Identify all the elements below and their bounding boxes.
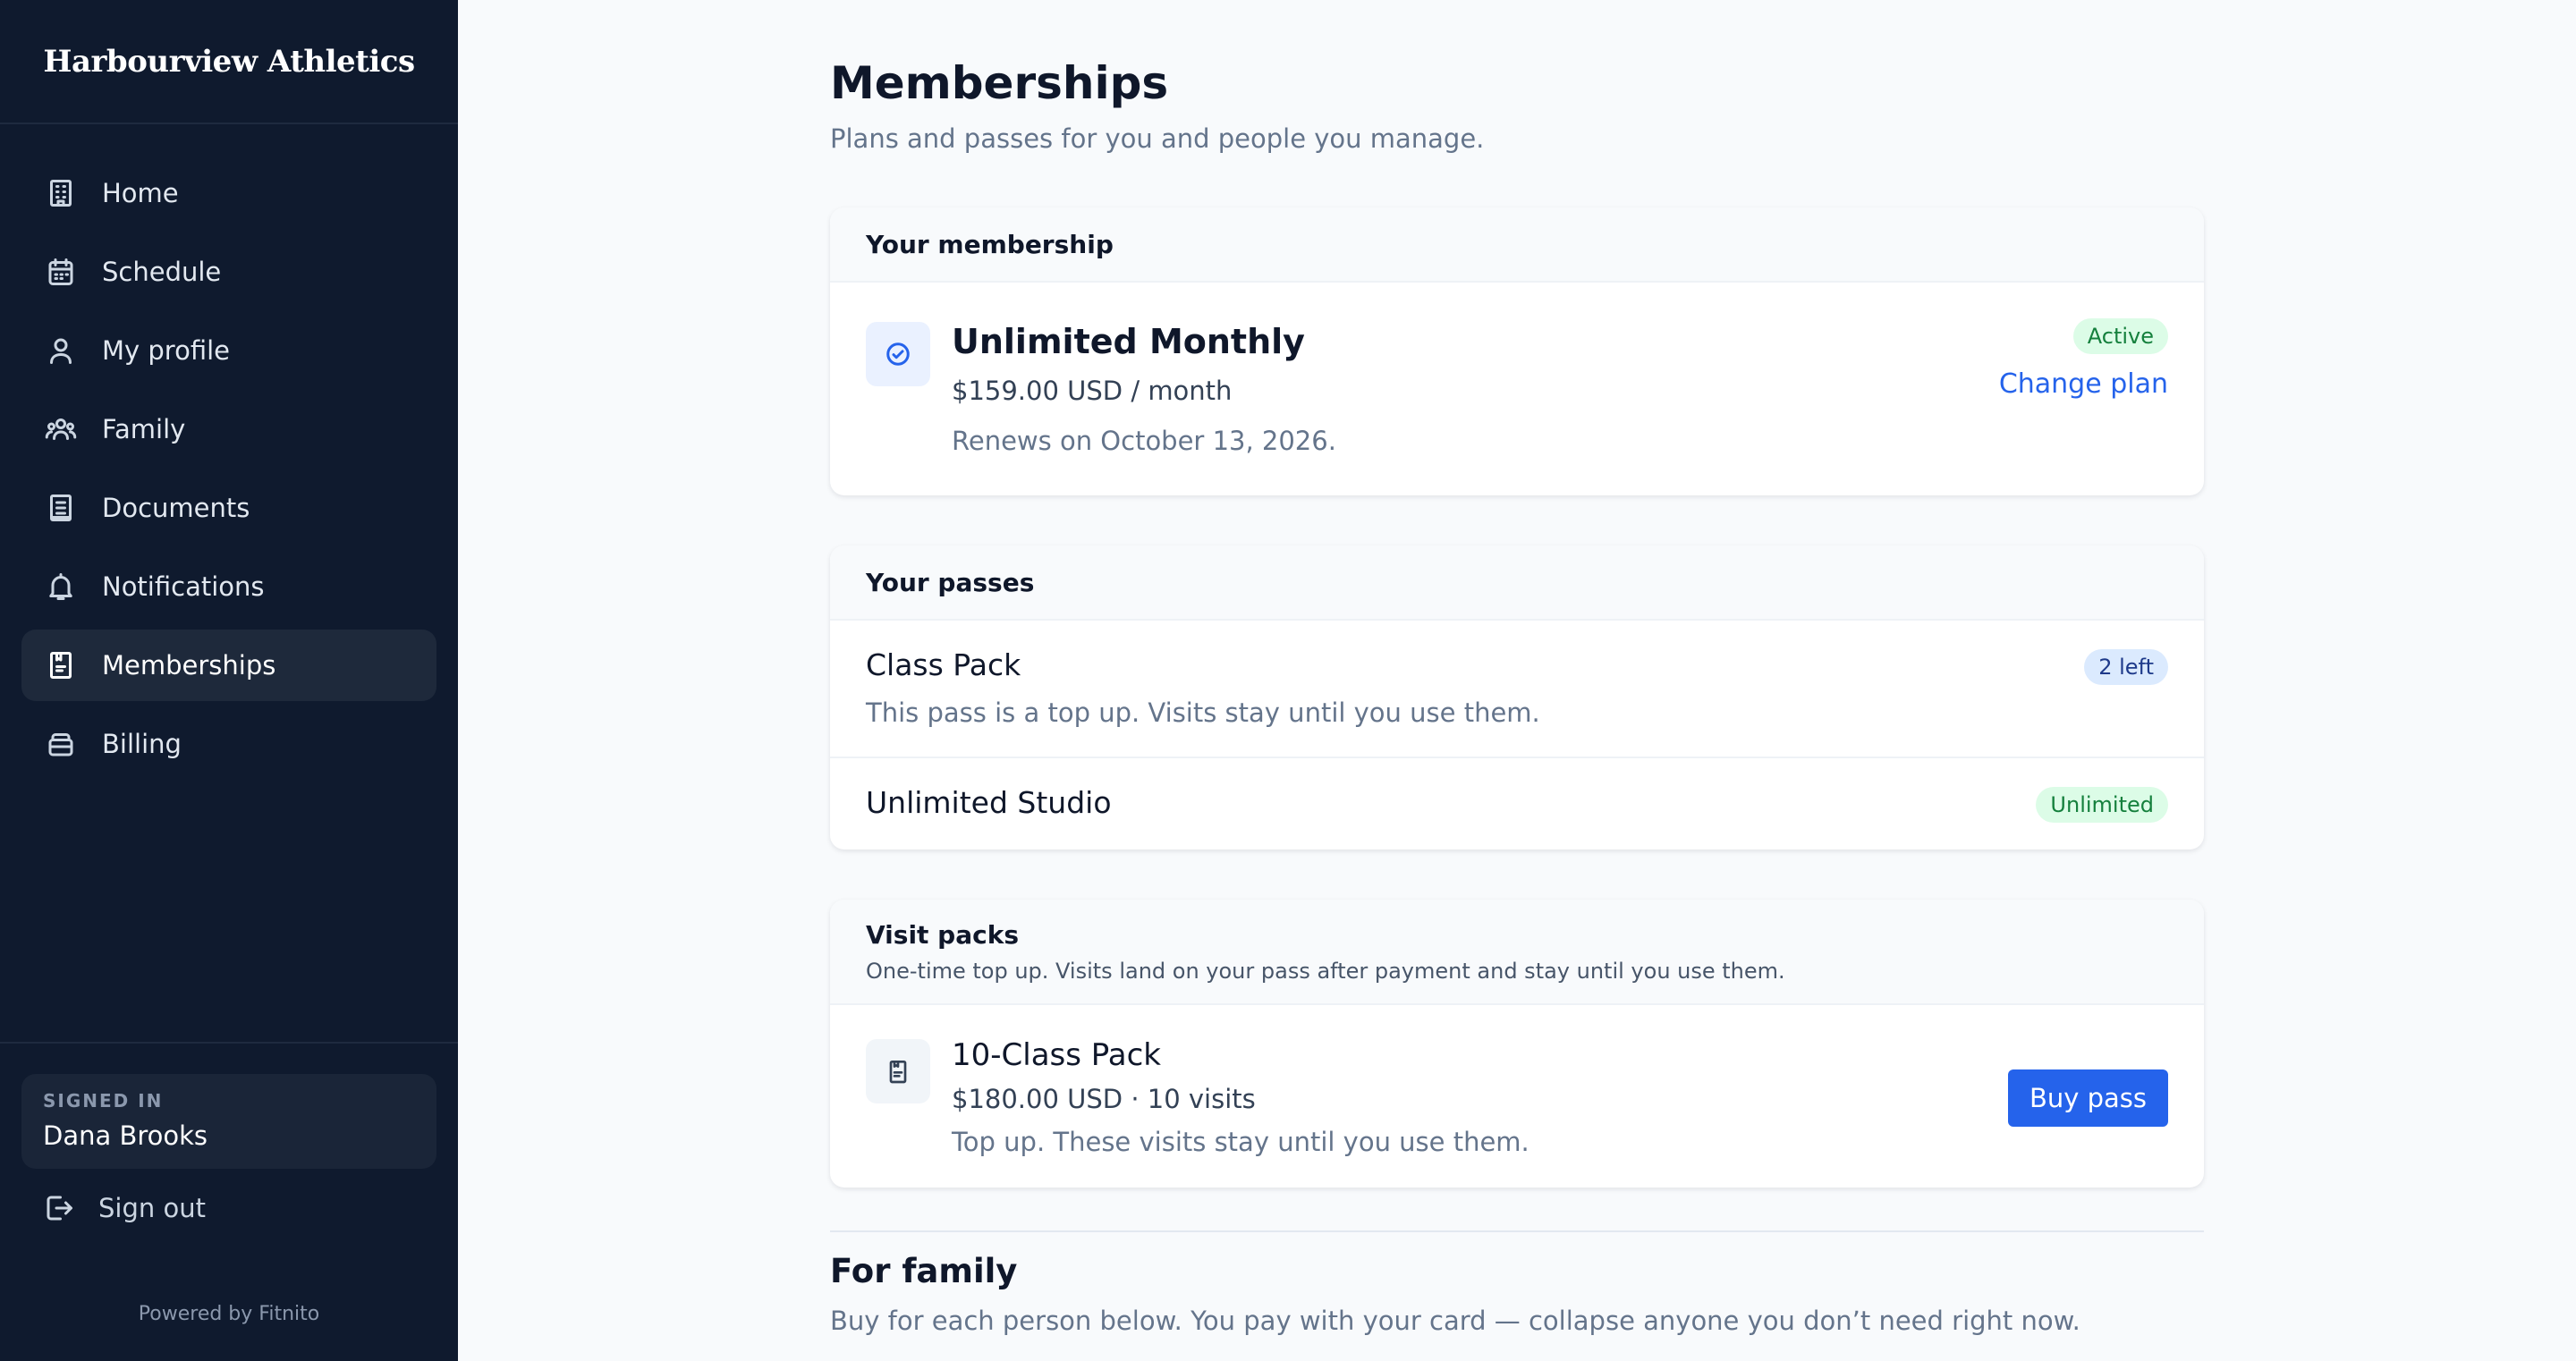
sidebar-item-label: Notifications [102, 571, 265, 602]
sidebar-item-label: My profile [102, 335, 231, 366]
brand-header: Harbourview Athletics [0, 0, 458, 124]
pack-name: 10-Class Pack [952, 1037, 1161, 1073]
sign-out-icon [47, 1196, 72, 1221]
pass-item-class-pack: Class Pack This pass is a top up. Visits… [830, 621, 2204, 758]
plan-name: Unlimited Monthly [952, 322, 1305, 361]
section-title: Your membership [866, 229, 1114, 259]
section-subtitle: One-time top up. Visits land on your pas… [866, 958, 1785, 984]
signed-in-label: SIGNED IN [43, 1090, 164, 1112]
sidebar-item-schedule[interactable]: Schedule [21, 236, 436, 308]
family-subtitle: Buy for each person below. You pay with … [830, 1306, 2080, 1336]
buy-pass-button[interactable]: Buy pass [2007, 1069, 2168, 1127]
clipboard-icon [866, 1039, 930, 1103]
sidebar-nav: Home Schedule My profile Family Document… [21, 157, 436, 787]
check-circle-icon [866, 322, 930, 386]
signed-in-card: SIGNED IN Dana Brooks [21, 1074, 436, 1169]
section-title: Visit packs [866, 919, 1019, 950]
sidebar-item-notifications[interactable]: Notifications [21, 551, 436, 622]
users-icon [43, 411, 79, 447]
user-name: Dana Brooks [43, 1120, 208, 1151]
visit-packs-card-header: Visit packs One-time top up. Visits land… [830, 900, 2204, 1005]
page-title: Memberships [830, 57, 1169, 109]
pass-name: Class Pack [866, 647, 1021, 682]
sidebar-item-label: Family [102, 414, 186, 444]
status-badge: Active [2072, 318, 2168, 354]
wallet-icon [43, 726, 79, 762]
sidebar-item-label: Home [102, 178, 179, 208]
powered-by: Powered by Fitnito [138, 1303, 320, 1325]
passes-card-header: Your passes [830, 545, 2204, 621]
sidebar: Harbourview Athletics Home Schedule My p… [0, 0, 458, 1361]
pass-name: Unlimited Studio [866, 785, 1112, 820]
section-title: Your passes [866, 567, 1035, 597]
passes-card: Your passes Class Pack This pass is a to… [830, 545, 2204, 850]
building-icon [43, 175, 79, 211]
membership-body: Unlimited Monthly $159.00 USD / month Re… [830, 283, 2204, 495]
brand-name: Harbourview Athletics [43, 43, 415, 80]
family-title: For family [830, 1252, 1018, 1290]
plan-renewal: Renews on October 13, 2026. [952, 426, 1336, 456]
sidebar-footer: SIGNED IN Dana Brooks Sign out Powered b… [0, 1042, 458, 1325]
document-icon [43, 490, 79, 526]
sidebar-item-label: Memberships [102, 650, 276, 680]
user-icon [43, 333, 79, 368]
clipboard-icon [43, 647, 79, 683]
sidebar-item-documents[interactable]: Documents [21, 472, 436, 544]
membership-card: Your membership Unlimited Monthly $159.0… [830, 207, 2204, 495]
plan-price: $159.00 USD / month [952, 376, 1233, 406]
section-divider [830, 1230, 2204, 1232]
pack-price: $180.00 USD · 10 visits [952, 1084, 1256, 1114]
membership-card-header: Your membership [830, 207, 2204, 283]
sidebar-item-label: Schedule [102, 257, 222, 287]
pass-description: This pass is a top up. Visits stay until… [866, 697, 1540, 728]
sidebar-item-memberships[interactable]: Memberships [21, 630, 436, 701]
pass-unlimited-badge: Unlimited [2036, 787, 2168, 823]
sidebar-item-my-profile[interactable]: My profile [21, 315, 436, 386]
pass-count-badge: 2 left [2084, 649, 2168, 685]
sidebar-item-label: Billing [102, 729, 182, 759]
pack-description: Top up. These visits stay until you use … [952, 1127, 1530, 1157]
page-subtitle: Plans and passes for you and people you … [830, 123, 1485, 154]
sign-out-label: Sign out [98, 1193, 206, 1223]
calendar-icon [43, 254, 79, 290]
visit-packs-card: Visit packs One-time top up. Visits land… [830, 900, 2204, 1188]
sidebar-item-label: Documents [102, 493, 250, 523]
sign-out-button[interactable]: Sign out [43, 1192, 206, 1224]
sidebar-item-family[interactable]: Family [21, 393, 436, 465]
visit-pack-item: 10-Class Pack $180.00 USD · 10 visits To… [830, 1005, 2204, 1188]
sidebar-item-billing[interactable]: Billing [21, 708, 436, 780]
bell-icon [43, 569, 79, 604]
sidebar-item-home[interactable]: Home [21, 157, 436, 229]
pass-item-unlimited-studio: Unlimited Studio Unlimited [830, 758, 2204, 850]
change-plan-link[interactable]: Change plan [1999, 368, 2168, 400]
